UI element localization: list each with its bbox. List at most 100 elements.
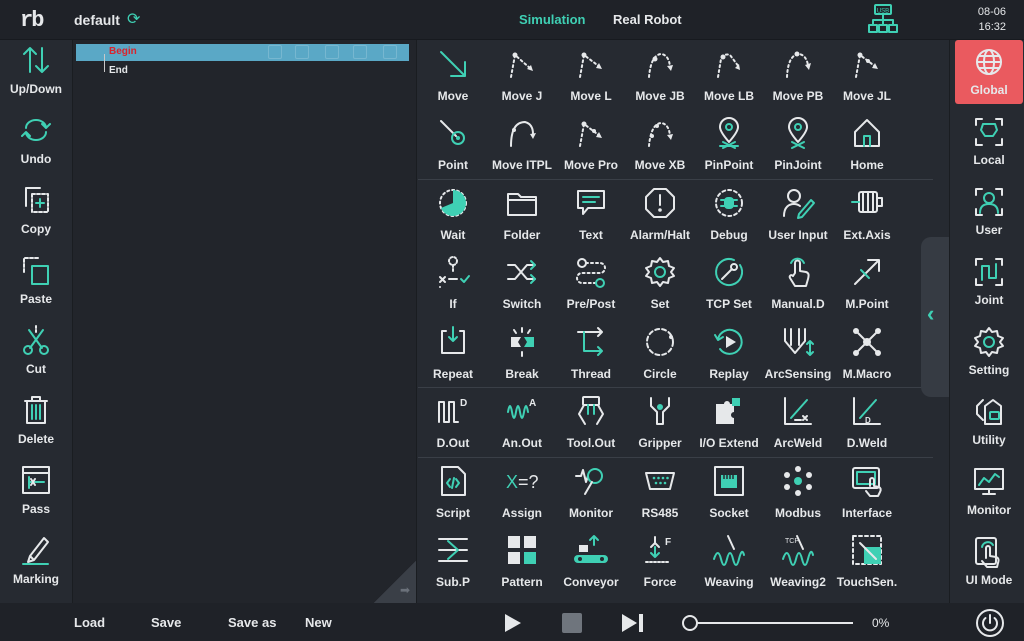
cmd-move-jl[interactable]: Move JL bbox=[832, 42, 902, 111]
tree-action-icon[interactable] bbox=[325, 45, 339, 59]
paste-button[interactable]: Paste bbox=[0, 250, 72, 318]
cmd-move-l[interactable]: Move L bbox=[556, 42, 626, 111]
coord-user-button[interactable]: User bbox=[955, 180, 1023, 244]
cmd-pinpoint[interactable]: PinPoint bbox=[694, 111, 764, 180]
edit-toolbar: Up/Down Undo Copy Paste Cut Delete Pass … bbox=[0, 40, 72, 603]
cmd-tool-out[interactable]: Tool.Out bbox=[556, 389, 626, 458]
cmd-tcp-set[interactable]: TCP Set bbox=[694, 250, 764, 319]
cmd-text[interactable]: Text bbox=[556, 181, 626, 250]
refresh-icon[interactable]: ⟳ bbox=[127, 9, 140, 29]
coord-joint-button[interactable]: Joint bbox=[955, 250, 1023, 314]
cmd-script[interactable]: Script bbox=[418, 459, 488, 528]
cmd-io-extend[interactable]: I/O Extend bbox=[694, 389, 764, 458]
cmd-arc-weld[interactable]: ArcWeld bbox=[763, 389, 833, 458]
cmd-move-jb[interactable]: Move JB bbox=[625, 42, 695, 111]
cmd-arc-sensing[interactable]: ArcSensing bbox=[763, 320, 833, 389]
program-tree[interactable]: Begin End ➡ bbox=[72, 40, 417, 603]
cmd-rs485[interactable]: RS485 bbox=[625, 459, 695, 528]
cmd-weaving[interactable]: Weaving bbox=[694, 528, 764, 597]
cmd-move-pro[interactable]: Move Pro bbox=[556, 111, 626, 180]
cmd-monitor[interactable]: Monitor bbox=[556, 459, 626, 528]
cmd-m-macro[interactable]: M.Macro bbox=[832, 320, 902, 389]
coord-local-button[interactable]: Local bbox=[955, 110, 1023, 174]
cmd-weaving2[interactable]: TCP Weaving2 bbox=[763, 528, 833, 597]
speed-slider-handle[interactable] bbox=[682, 615, 698, 631]
mode-simulation-tab[interactable]: Simulation bbox=[519, 12, 585, 27]
cmd-socket[interactable]: Socket bbox=[694, 459, 764, 528]
cmd-d-weld[interactable]: D D.Weld bbox=[832, 389, 902, 458]
tree-action-icon[interactable] bbox=[383, 45, 397, 59]
save-as-button[interactable]: Save as bbox=[228, 615, 276, 630]
cmd-move-j[interactable]: Move J bbox=[487, 42, 557, 111]
tree-node-end[interactable]: End bbox=[109, 65, 128, 76]
cmd-gripper[interactable]: Gripper bbox=[625, 389, 695, 458]
cmd-sub-p[interactable]: Sub.P bbox=[418, 528, 488, 597]
cmd-assign[interactable]: X =? Assign bbox=[487, 459, 557, 528]
cmd-move-lb[interactable]: Move LB bbox=[694, 42, 764, 111]
coord-global-button[interactable]: Global bbox=[955, 40, 1023, 104]
ui-mode-button[interactable]: UI Mode bbox=[955, 530, 1023, 594]
cmd-circle[interactable]: Circle bbox=[625, 320, 695, 389]
cmd-m-point[interactable]: M.Point bbox=[832, 250, 902, 319]
cmd-break[interactable]: Break bbox=[487, 320, 557, 389]
cmd-conveyor[interactable]: Conveyor bbox=[556, 528, 626, 597]
save-button[interactable]: Save bbox=[151, 615, 181, 630]
cut-button[interactable]: Cut bbox=[0, 320, 72, 388]
move-jl-icon bbox=[855, 52, 878, 78]
cmd-replay[interactable]: Replay bbox=[694, 320, 764, 389]
cmd-interface[interactable]: Interface bbox=[832, 459, 902, 528]
cmd-pinjoint[interactable]: PinJoint bbox=[763, 111, 833, 180]
cmd-force[interactable]: F Force bbox=[625, 528, 695, 597]
cmd-user-input[interactable]: User Input bbox=[763, 181, 833, 250]
cmd-label: Move L bbox=[570, 89, 612, 103]
marking-button[interactable]: Marking bbox=[0, 530, 72, 598]
cmd-wait[interactable]: Wait bbox=[418, 181, 488, 250]
utility-button[interactable]: Utility bbox=[955, 390, 1023, 454]
power-icon[interactable] bbox=[976, 609, 1004, 637]
collapse-panel-button[interactable]: ‹ bbox=[921, 237, 949, 397]
mode-real-robot-tab[interactable]: Real Robot bbox=[613, 12, 682, 27]
cmd-manual-d[interactable]: Manual.D bbox=[763, 250, 833, 319]
new-button[interactable]: New bbox=[305, 615, 332, 630]
cmd-repeat[interactable]: Repeat bbox=[418, 320, 488, 389]
tree-action-icon[interactable] bbox=[295, 45, 309, 59]
step-next-icon[interactable] bbox=[620, 613, 644, 633]
cmd-point[interactable]: Point bbox=[418, 111, 488, 180]
delete-button[interactable]: Delete bbox=[0, 390, 72, 458]
cmd-d-out[interactable]: D D.Out bbox=[418, 389, 488, 458]
cmd-modbus[interactable]: Modbus bbox=[763, 459, 833, 528]
cmd-pattern[interactable]: Pattern bbox=[487, 528, 557, 597]
up-down-button[interactable]: Up/Down bbox=[0, 40, 72, 108]
tree-action-icon[interactable] bbox=[268, 45, 282, 59]
copy-button[interactable]: Copy bbox=[0, 180, 72, 248]
cmd-pre-post[interactable]: Pre/Post bbox=[556, 250, 626, 319]
load-button[interactable]: Load bbox=[74, 615, 105, 630]
cmd-thread[interactable]: Thread bbox=[556, 320, 626, 389]
tree-expand-corner[interactable]: ➡ bbox=[374, 561, 416, 603]
cmd-switch[interactable]: Switch bbox=[487, 250, 557, 319]
cmd-move-pb[interactable]: Move PB bbox=[763, 42, 833, 111]
cmd-ext-axis[interactable]: Ext.Axis bbox=[832, 181, 902, 250]
tree-node-begin[interactable]: Begin bbox=[109, 46, 137, 57]
cmd-move-xb[interactable]: Move XB bbox=[625, 111, 695, 180]
cmd-set[interactable]: Set bbox=[625, 250, 695, 319]
cmd-home[interactable]: Home bbox=[832, 111, 902, 180]
setting-button[interactable]: Setting bbox=[955, 320, 1023, 384]
repeat-icon bbox=[441, 326, 465, 354]
tree-action-icon[interactable] bbox=[353, 45, 367, 59]
pass-button[interactable]: Pass bbox=[0, 460, 72, 528]
cmd-an-out[interactable]: A An.Out bbox=[487, 389, 557, 458]
stop-icon[interactable] bbox=[562, 613, 582, 633]
cmd-folder[interactable]: Folder bbox=[487, 181, 557, 250]
cmd-debug[interactable]: Debug bbox=[694, 181, 764, 250]
cmd-alarm-halt[interactable]: Alarm/Halt bbox=[625, 181, 695, 250]
undo-button[interactable]: Undo bbox=[0, 110, 72, 178]
play-icon[interactable] bbox=[502, 613, 522, 633]
cmd-if[interactable]: If bbox=[418, 250, 488, 319]
top-bar: rb default ⟳ Simulation Real Robot USB 0… bbox=[0, 0, 1024, 40]
cmd-move-itpl[interactable]: Move ITPL bbox=[487, 111, 557, 180]
monitor-button[interactable]: Monitor bbox=[955, 460, 1023, 524]
cmd-touch-sen[interactable]: TouchSen. bbox=[832, 528, 902, 597]
speed-slider-track[interactable] bbox=[688, 622, 853, 624]
cmd-move[interactable]: Move bbox=[418, 42, 488, 111]
